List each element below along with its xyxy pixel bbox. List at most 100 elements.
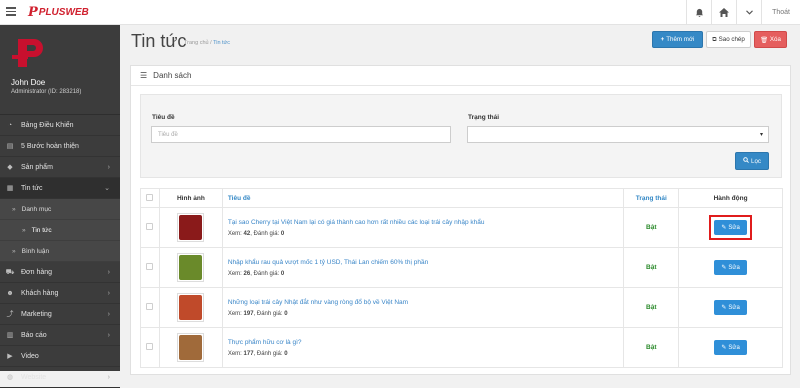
sidebar-item[interactable]: ◆ Sản phẩm ›	[0, 157, 120, 178]
delete-button[interactable]: 🗑 Xóa	[754, 31, 787, 48]
rating-count: 0	[280, 270, 285, 277]
row-title-cell: Nhập khẩu rau quả vượt mốc 1 tỷ USD, Thá…	[221, 247, 625, 288]
rating-label: Đánh giá:	[253, 230, 280, 237]
sidebar-item[interactable]: ▤ 5 Bước hoàn thiện	[0, 136, 120, 157]
status-filter-select[interactable]: ▾	[467, 126, 769, 143]
list-panel: ☰ Danh sách Tiêu đề Tiêu đề Trạng thái ▾…	[130, 65, 791, 375]
logo[interactable]: P PLUSWEB	[28, 4, 89, 20]
breadcrumb-home[interactable]: Trang chủ	[184, 40, 209, 46]
sidebar-item[interactable]: ☻ Khách hàng ›	[0, 283, 120, 304]
article-title-link[interactable]: Tại sao Cherry tại Việt Nam lại có giá t…	[228, 219, 624, 226]
sidebar-nav: ◔ Bảng Điều Khiển ▤ 5 Bước hoàn thiện ◆ Sản p…	[0, 115, 120, 388]
table-row: Nhập khẩu rau quả vượt mốc 1 tỷ USD, Thá…	[140, 247, 783, 288]
sidebar-subitem[interactable]: » Bình luận	[0, 241, 120, 262]
article-title-link[interactable]: Thực phẩm hữu cơ là gì?	[228, 339, 624, 346]
chevron-icon: ›	[107, 331, 110, 339]
row-image-cell	[158, 287, 223, 328]
thumbnail[interactable]	[177, 213, 205, 242]
row-checkbox[interactable]	[146, 223, 154, 230]
sidebar-subitem[interactable]: » Danh mục	[0, 199, 120, 220]
thumbnail-image	[179, 215, 203, 240]
panel-title: Danh sách	[153, 71, 192, 80]
table-row: Tại sao Cherry tại Việt Nam lại có giá t…	[140, 207, 783, 248]
news-icon: ▦	[6, 185, 14, 192]
row-actions-cell: ✎ Sửa	[678, 327, 783, 368]
panel-header: ☰ Danh sách	[131, 66, 790, 86]
edit-button-label: Sửa	[728, 344, 740, 351]
sidebar-item[interactable]: ◔ Bảng Điều Khiển	[0, 115, 120, 136]
row-checkbox[interactable]	[146, 303, 154, 310]
edit-button[interactable]: ✎ Sửa	[714, 260, 748, 275]
sidebar-subitem[interactable]: » Tin tức	[0, 220, 120, 241]
thumbnail[interactable]	[177, 293, 205, 322]
views-label: Xem:	[227, 310, 242, 317]
article-title-link[interactable]: Nhập khẩu rau quả vượt mốc 1 tỷ USD, Thá…	[228, 259, 624, 266]
header-image: Hình ảnh	[158, 188, 223, 208]
views-count: 177	[243, 350, 254, 357]
edit-button-label: Sửa	[728, 264, 740, 271]
sidebar-item[interactable]: ◍ Website ›	[0, 367, 120, 388]
row-select-cell	[140, 247, 160, 288]
breadcrumb: Trang chủ / Tin tức	[184, 40, 230, 46]
thumbnail[interactable]	[177, 333, 205, 362]
filter-button[interactable]: Lọc	[735, 152, 769, 170]
edit-wrapper: ✎ Sửa	[714, 340, 748, 355]
status-badge[interactable]: Bật	[623, 327, 680, 368]
header-select-all[interactable]	[140, 188, 160, 208]
article-meta: Xem: 42, Đánh giá: 0	[227, 230, 285, 237]
edit-button[interactable]: ✎ Sửa	[714, 220, 748, 235]
add-button[interactable]: + Thêm mới	[652, 31, 703, 48]
sidebar-item-label: Báo cáo	[21, 331, 47, 339]
edit-button[interactable]: ✎ Sửa	[714, 340, 748, 355]
highlight-box: ✎ Sửa	[709, 215, 753, 240]
sidebar-subitem-label: Danh mục	[21, 205, 52, 213]
status-badge[interactable]: Bật	[623, 287, 680, 328]
sidebar-item[interactable]: ▥ Báo cáo ›	[0, 325, 120, 346]
row-checkbox[interactable]	[146, 263, 154, 270]
video-icon: ▶	[7, 353, 13, 360]
bell-icon[interactable]	[686, 0, 711, 25]
sidebar-item[interactable]: ▦ Tin tức ⌄	[0, 178, 120, 199]
thumbnail-image	[179, 295, 203, 320]
sidebar-item-label: 5 Bước hoàn thiện	[21, 142, 79, 150]
views-label: Xem:	[227, 230, 242, 237]
header-title[interactable]: Tiêu đề	[221, 188, 625, 208]
table-header-row: Hình ảnh Tiêu đề Trạng thái Hành động	[140, 188, 783, 208]
sidebar-item-label: Video	[21, 352, 39, 360]
header-status[interactable]: Trạng thái	[623, 188, 680, 208]
pencil-icon: ✎	[721, 345, 727, 351]
filter-box: Tiêu đề Tiêu đề Trạng thái ▾ Lọc	[140, 94, 782, 178]
sidebar-item[interactable]: ▶ Video	[0, 346, 120, 367]
edit-button[interactable]: ✎ Sửa	[714, 300, 748, 315]
sidebar-item[interactable]: ⤴ Marketing ›	[0, 304, 120, 325]
title-filter-input[interactable]: Tiêu đề	[151, 126, 451, 143]
copy-icon: ⧉	[712, 35, 717, 43]
avatar[interactable]	[10, 33, 50, 73]
trash-icon: 🗑	[760, 36, 768, 44]
thumbnail-image	[179, 335, 203, 360]
rating-count: 0	[284, 310, 288, 317]
logout-link[interactable]: Thoát	[761, 0, 800, 25]
row-title-cell: Những loại trái cây Nhật đắt như vàng rò…	[221, 287, 625, 328]
home-icon[interactable]	[711, 0, 736, 25]
chart-icon: ▥	[6, 332, 14, 339]
dashboard-icon: ◔	[7, 121, 13, 129]
row-actions-cell: ✎ Sửa	[678, 247, 783, 288]
status-filter-label: Trạng thái	[468, 114, 500, 121]
copy-button[interactable]: ⧉ Sao chép	[706, 31, 751, 48]
select-all-checkbox[interactable]	[146, 193, 154, 201]
logo-mark: P	[28, 4, 38, 20]
status-badge[interactable]: Bật	[623, 207, 680, 248]
sidebar-item[interactable]: ⛟ Đơn hàng ›	[0, 262, 120, 283]
chevron-down-icon[interactable]	[736, 0, 761, 25]
status-badge[interactable]: Bật	[623, 247, 680, 288]
thumbnail-image	[179, 255, 203, 280]
article-title-link[interactable]: Những loại trái cây Nhật đắt như vàng rò…	[228, 299, 624, 306]
row-checkbox[interactable]	[146, 343, 154, 350]
menu-icon[interactable]	[6, 7, 16, 17]
views-count: 26	[243, 270, 251, 277]
views-count: 197	[243, 310, 254, 317]
profile-role: Administrator (ID: 283218)	[11, 89, 82, 95]
thumbnail[interactable]	[177, 253, 205, 282]
search-icon	[743, 157, 749, 165]
